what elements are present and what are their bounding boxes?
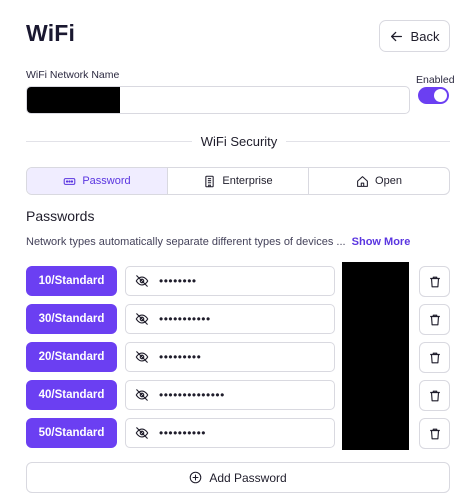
network-name-label: WiFi Network Name	[26, 69, 120, 81]
trash-icon	[429, 352, 440, 363]
network-type-badge[interactable]: 30/Standard	[26, 304, 117, 334]
eye-off-icon[interactable]	[135, 426, 149, 440]
security-option-password[interactable]: Password	[27, 168, 168, 194]
password-icon	[64, 177, 76, 185]
masked-password: •••••••••	[159, 350, 202, 364]
trash-icon	[429, 276, 440, 287]
security-option-label: Open	[375, 175, 402, 187]
back-button-label: Back	[410, 28, 440, 44]
add-password-button[interactable]: Add Password	[26, 462, 450, 493]
network-type-badge[interactable]: 50/Standard	[26, 418, 117, 448]
toggle-knob	[434, 89, 447, 102]
divider-right	[286, 141, 450, 142]
eye-off-icon[interactable]	[135, 388, 149, 402]
network-type-badge[interactable]: 20/Standard	[26, 342, 117, 372]
password-field[interactable]: ••••••••	[125, 266, 335, 296]
passwords-heading: Passwords	[26, 208, 95, 224]
passwords-description-text: Network types automatically separate dif…	[26, 236, 346, 248]
delete-password-button[interactable]	[419, 380, 450, 411]
redacted-block	[342, 262, 409, 450]
trash-icon	[429, 390, 440, 401]
divider-left	[26, 141, 192, 142]
security-option-open[interactable]: Open	[309, 168, 449, 194]
masked-password: ••••••••••••••	[159, 388, 225, 402]
passwords-description: Network types automatically separate dif…	[26, 236, 410, 248]
add-password-label: Add Password	[209, 470, 287, 485]
network-type-badge[interactable]: 40/Standard	[26, 380, 117, 410]
password-field[interactable]: •••••••••••	[125, 304, 335, 334]
password-field[interactable]: ••••••••••••••	[125, 380, 335, 410]
security-option-enterprise[interactable]: Enterprise	[168, 168, 309, 194]
enabled-label: Enabled	[416, 74, 455, 86]
wifi-security-title: WiFi Security	[200, 134, 278, 149]
eye-off-icon[interactable]	[135, 274, 149, 288]
eye-off-icon[interactable]	[135, 312, 149, 326]
plus-circle-icon	[190, 471, 202, 484]
network-name-input[interactable]	[125, 87, 405, 113]
delete-password-button[interactable]	[419, 418, 450, 449]
redacted-block	[27, 87, 120, 113]
security-mode-selector: Password Enterprise Open	[26, 167, 450, 195]
network-name-field[interactable]	[26, 86, 410, 114]
masked-password: ••••••••••	[159, 426, 207, 440]
security-option-label: Enterprise	[222, 175, 273, 187]
delete-password-button[interactable]	[419, 266, 450, 297]
back-button[interactable]: Back	[379, 20, 450, 52]
home-icon	[357, 175, 368, 187]
trash-icon	[429, 314, 440, 325]
masked-password: •••••••••••	[159, 312, 211, 326]
password-field[interactable]: •••••••••	[125, 342, 335, 372]
show-more-link[interactable]: Show More	[352, 236, 411, 248]
page-title: WiFi	[26, 20, 76, 46]
trash-icon	[429, 428, 440, 439]
delete-password-button[interactable]	[419, 304, 450, 335]
masked-password: ••••••••	[159, 274, 197, 288]
password-field[interactable]: ••••••••••	[125, 418, 335, 448]
arrow-left-icon	[390, 31, 402, 41]
security-option-label: Password	[82, 175, 131, 187]
network-type-badge[interactable]: 10/Standard	[26, 266, 117, 296]
enterprise-icon	[205, 175, 215, 187]
delete-password-button[interactable]	[419, 342, 450, 373]
eye-off-icon[interactable]	[135, 350, 149, 364]
enabled-toggle[interactable]	[418, 87, 449, 104]
